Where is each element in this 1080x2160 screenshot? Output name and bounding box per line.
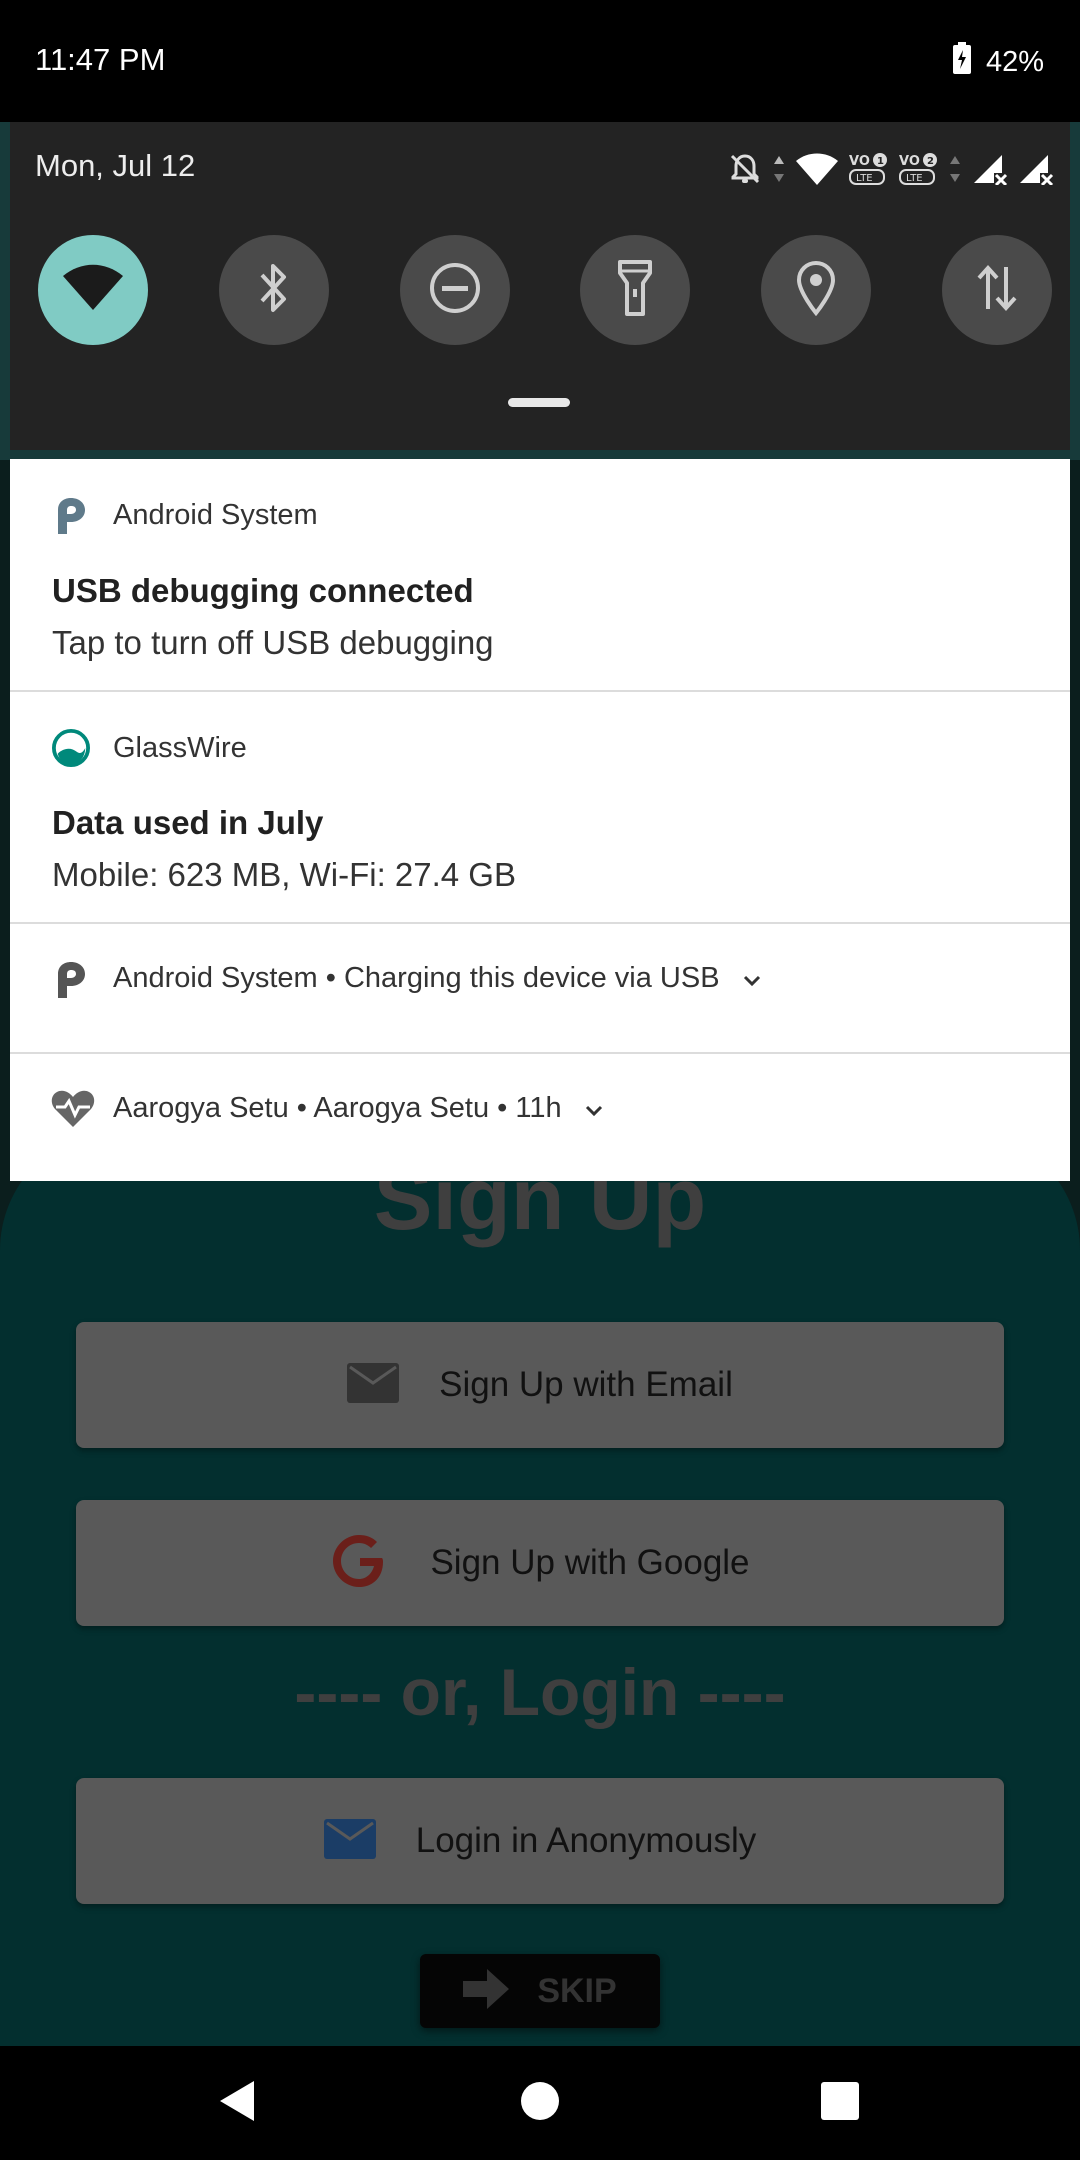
- notification-usb-debugging[interactable]: Android System USB debugging connected T…: [10, 459, 1070, 690]
- quick-settings-panel: Mon, Jul 12 VO 1 LTE VO 2 LTE: [10, 122, 1070, 450]
- notif-summary: Aarogya Setu • Aarogya Setu • 11h: [113, 1092, 604, 1126]
- notif-app-name: GlassWire: [113, 732, 247, 764]
- notif-text: Tap to turn off USB debugging: [52, 624, 494, 661]
- skip-button[interactable]: SKIP: [420, 1954, 660, 2028]
- signup-email-button[interactable]: Sign Up with Email: [76, 1322, 1004, 1448]
- heart-check-icon: [50, 1090, 96, 1128]
- google-icon: [330, 1531, 390, 1596]
- data-arrows-icon: [772, 154, 786, 184]
- status-bar: 11:47 PM 42%: [0, 0, 1080, 122]
- qs-tiles: [38, 235, 1052, 345]
- svg-text:LTE: LTE: [906, 173, 923, 184]
- tile-wifi[interactable]: [38, 235, 148, 345]
- back-triangle-icon: [218, 2079, 258, 2128]
- flashlight-icon: [617, 259, 653, 322]
- skip-label: SKIP: [537, 1971, 617, 2010]
- svg-text:2: 2: [927, 156, 934, 167]
- notif-title: USB debugging connected: [52, 572, 474, 609]
- wifi-icon: [796, 153, 838, 185]
- do-not-disturb-icon: [427, 260, 483, 321]
- navigation-bar: [0, 2046, 1080, 2160]
- qs-drag-handle[interactable]: [508, 398, 570, 407]
- notification-glasswire[interactable]: GlassWire Data used in July Mobile: 623 …: [10, 692, 1070, 922]
- notif-title: Data used in July: [52, 804, 324, 841]
- tile-do-not-disturb[interactable]: [399, 235, 510, 345]
- chevron-down-icon[interactable]: [742, 963, 762, 996]
- data-transfer-icon: [975, 263, 1019, 318]
- nav-home-button[interactable]: [480, 2046, 600, 2160]
- wifi-icon: [61, 264, 125, 317]
- svg-text:VO: VO: [849, 154, 870, 169]
- login-anonymous-button[interactable]: Login in Anonymously: [76, 1778, 1004, 1904]
- notification-list: Android System USB debugging connected T…: [10, 459, 1070, 1181]
- signal-x-icon: [1018, 153, 1054, 185]
- arrow-right-icon: [463, 1968, 510, 2014]
- signup-google-label: Sign Up with Google: [430, 1543, 750, 1582]
- notif-summary-text: Android System • Charging this device vi…: [113, 962, 720, 994]
- status-right: 42%: [952, 42, 1044, 82]
- tile-mobile-data[interactable]: [941, 235, 1052, 345]
- tile-flashlight[interactable]: [580, 235, 691, 345]
- qs-status-icons: VO 1 LTE VO 2 LTE: [718, 152, 1054, 186]
- data-arrows-icon: [948, 154, 962, 184]
- nav-back-button[interactable]: [178, 2046, 298, 2160]
- qs-date[interactable]: Mon, Jul 12: [35, 148, 195, 184]
- android-system-icon: [52, 960, 90, 998]
- login-anonymous-label: Login in Anonymously: [415, 1821, 757, 1860]
- glasswire-icon: [52, 729, 90, 767]
- notification-usb-charging[interactable]: Android System • Charging this device vi…: [10, 924, 1070, 1052]
- volte2-icon: VO 2 LTE: [898, 152, 938, 186]
- tile-bluetooth[interactable]: [218, 235, 329, 345]
- notification-aarogya-setu[interactable]: Aarogya Setu • Aarogya Setu • 11h: [10, 1054, 1070, 1181]
- android-system-icon: [52, 496, 90, 534]
- home-circle-icon: [520, 2081, 560, 2126]
- notif-summary: Android System • Charging this device vi…: [113, 962, 762, 996]
- signup-google-button[interactable]: Sign Up with Google: [76, 1500, 1004, 1626]
- or-login-divider: ---- or, Login ----: [294, 1655, 786, 1729]
- svg-text:LTE: LTE: [856, 173, 873, 184]
- bell-off-icon: [728, 152, 762, 186]
- signal-x-icon: [972, 153, 1008, 185]
- signup-email-label: Sign Up with Email: [439, 1365, 733, 1404]
- tile-location[interactable]: [761, 235, 872, 345]
- mail-icon: [323, 1818, 376, 1864]
- notif-app-name: Android System: [113, 499, 318, 531]
- battery-percent: 42%: [985, 45, 1044, 78]
- location-icon: [795, 260, 837, 321]
- notif-text: Mobile: 623 MB, Wi-Fi: 27.4 GB: [52, 856, 516, 893]
- status-time: 11:47 PM: [35, 42, 166, 77]
- nav-recents-button[interactable]: [780, 2046, 900, 2160]
- notif-summary-text: Aarogya Setu • Aarogya Setu • 11h: [113, 1092, 562, 1124]
- volte1-icon: VO 1 LTE: [848, 152, 888, 186]
- recents-square-icon: [821, 2081, 859, 2125]
- chevron-down-icon[interactable]: [584, 1093, 604, 1126]
- svg-text:1: 1: [877, 156, 884, 167]
- svg-text:VO: VO: [899, 154, 920, 169]
- mail-icon: [347, 1362, 400, 1408]
- battery-charging-icon: [952, 42, 972, 82]
- bluetooth-icon: [254, 260, 294, 321]
